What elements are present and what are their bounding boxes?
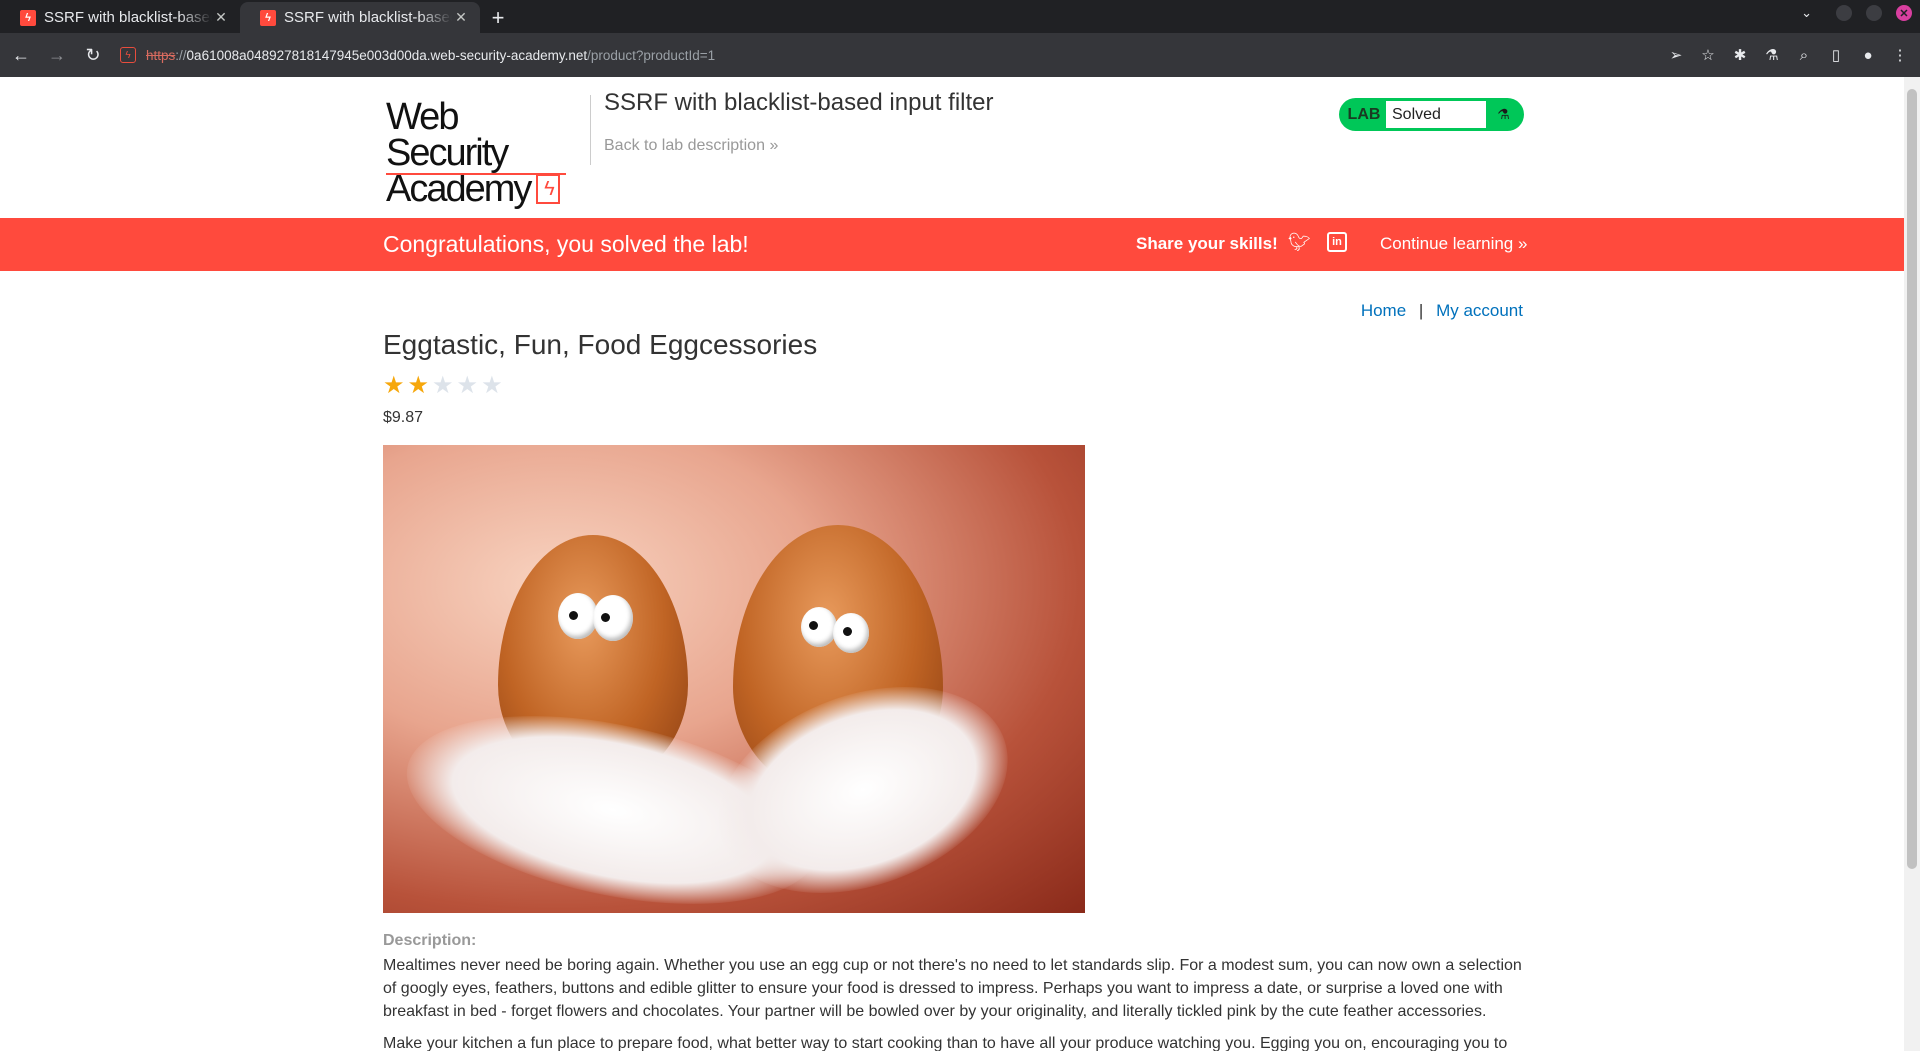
lab-badge-label: LAB — [1347, 105, 1381, 123]
star-filled-icon: ★ — [407, 372, 430, 399]
reload-icon[interactable]: ↻ — [78, 40, 108, 70]
star-empty-icon: ★ — [432, 372, 454, 399]
extensions-puzzle-icon[interactable]: ✱ — [1730, 40, 1750, 70]
minimize-button[interactable] — [1836, 5, 1852, 21]
page-scrollbar[interactable] — [1904, 77, 1920, 1051]
share-label: Share your skills! — [1136, 234, 1278, 253]
logo-line-2-text: Academy — [386, 168, 532, 210]
back-arrow-icon[interactable]: ← — [6, 40, 36, 70]
nav-separator: | — [1418, 301, 1424, 320]
browser-toolbar: ← → ↻ ϟ https :// 0a61008a04892781814794… — [0, 33, 1920, 77]
side-panel-icon[interactable]: ▯ — [1826, 40, 1846, 70]
url-path: /product?productId=1 — [587, 47, 716, 63]
search-icon[interactable]: ⌕ — [1794, 40, 1814, 70]
lab-status-badge: LAB Solved ⚗ — [1339, 98, 1524, 131]
continue-learning-link[interactable]: Continue learning » — [1380, 234, 1527, 254]
browser-tab-active[interactable]: ϟ SSRF with blacklist-based input filter… — [240, 2, 480, 33]
googly-eye — [801, 607, 837, 647]
logo-bolt-icon: ϟ — [536, 174, 561, 204]
scrollbar-thumb[interactable] — [1907, 89, 1917, 869]
double-chevron-right-icon: » — [1518, 234, 1528, 253]
lab-favicon-icon: ϟ — [260, 9, 276, 26]
googly-eye — [558, 593, 598, 639]
product-rating: ★ ★ ★ ★ ★ — [383, 374, 503, 398]
logo-line-2: Academy ϟ — [386, 168, 586, 210]
top-navigation: Home | My account — [1361, 301, 1523, 321]
description-label: Description: — [383, 932, 477, 949]
congratulations-message: Congratulations, you solved the lab! — [383, 231, 749, 257]
url-scheme: https — [146, 47, 176, 63]
product-description: Mealtimes never need be boring again. Wh… — [383, 957, 1522, 1020]
product-title: Eggtastic, Fun, Food Eggcessories — [383, 329, 818, 360]
toolbar-actions: ➢ ☆ ✱ ⚗ ⌕ ▯ ● ⋮ — [1666, 40, 1910, 70]
star-empty-icon: ★ — [456, 372, 479, 399]
tab-title: SSRF with blacklist-based input filter — [284, 9, 452, 26]
star-empty-icon: ★ — [481, 372, 503, 399]
product-description-continued: Make your kitchen a fun place to prepare… — [383, 1035, 1508, 1051]
window-controls: ⌄ ✕ — [1801, 5, 1912, 21]
logo-underline — [386, 173, 566, 175]
my-account-link[interactable]: My account — [1436, 301, 1523, 320]
browser-tab[interactable]: ϟ SSRF with blacklist-based input filter… — [0, 2, 240, 33]
googly-eye — [833, 613, 869, 653]
browser-tab-bar: ϟ SSRF with blacklist-based input filter… — [0, 0, 1920, 33]
linkedin-icon[interactable]: in — [1327, 232, 1347, 252]
send-icon[interactable]: ➢ — [1666, 40, 1686, 70]
lab-status-text: Solved — [1386, 101, 1486, 128]
url-host: 0a61008a048927818147945e003d00da.web-sec… — [186, 47, 588, 63]
continue-learning-label: Continue learning — [1380, 234, 1514, 253]
back-to-lab-description-link[interactable]: Back to lab description » — [604, 137, 778, 155]
twitter-icon[interactable]: 🐦︎ — [1288, 232, 1311, 254]
back-link-label: Back to lab description — [604, 137, 765, 154]
page-content: Web Security Academy ϟ SSRF with blackli… — [0, 77, 1904, 1051]
logo-line-1: Web Security — [386, 96, 509, 174]
url-separator: :// — [175, 47, 187, 63]
home-link[interactable]: Home — [1361, 301, 1406, 320]
product-image — [383, 445, 1085, 913]
tab-close-icon[interactable]: ✕ — [212, 9, 230, 26]
new-tab-button[interactable]: + — [480, 2, 516, 33]
profile-icon[interactable]: ● — [1858, 40, 1878, 70]
lab-title: SSRF with blacklist-based input filter — [604, 89, 994, 116]
lab-favicon-icon: ϟ — [20, 9, 36, 26]
flask-icon: ⚗ — [1497, 106, 1510, 122]
product-price: $9.87 — [383, 409, 424, 426]
address-bar[interactable]: ϟ https :// 0a61008a048927818147945e003d… — [120, 39, 715, 71]
double-chevron-right-icon: » — [769, 137, 779, 154]
tab-close-icon[interactable]: ✕ — [452, 9, 470, 26]
flask-icon[interactable]: ⚗ — [1762, 40, 1782, 70]
header-divider — [590, 95, 591, 165]
close-window-button[interactable]: ✕ — [1896, 5, 1912, 21]
web-security-academy-logo[interactable]: Web Security Academy ϟ — [386, 96, 586, 208]
tab-search-chevron-down-icon[interactable]: ⌄ — [1801, 5, 1812, 21]
tab-title: SSRF with blacklist-based input filter — [44, 9, 212, 26]
solved-banner: Congratulations, you solved the lab! Sha… — [0, 218, 1904, 271]
bookmark-star-icon[interactable]: ☆ — [1698, 40, 1718, 70]
menu-dots-icon[interactable]: ⋮ — [1890, 40, 1910, 70]
googly-eye — [593, 595, 633, 641]
maximize-button[interactable] — [1866, 5, 1882, 21]
forward-arrow-icon[interactable]: → — [42, 40, 72, 70]
not-secure-icon[interactable]: ϟ — [120, 47, 136, 63]
star-filled-icon: ★ — [383, 372, 405, 399]
